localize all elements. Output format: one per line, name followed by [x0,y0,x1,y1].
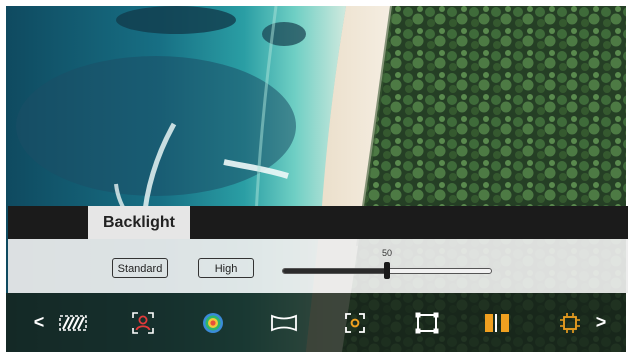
projector-menu-screen: Backlight Standard High 50 < > [0,0,630,356]
keystone-button[interactable] [266,293,302,352]
tab-backlight[interactable]: Backlight [88,206,190,239]
backlight-stripes-icon [59,314,87,331]
high-mode-button[interactable]: High [198,258,254,278]
face-detect-button[interactable] [126,293,160,352]
crop-button[interactable] [554,293,586,352]
frame-button[interactable] [410,293,444,352]
color-wheel-button[interactable] [196,293,230,352]
keystone-icon [271,314,297,331]
face-detect-icon [132,311,154,334]
prev-arrow-button[interactable]: < [28,293,50,352]
menu-tab-bar: Backlight [8,206,628,239]
next-arrow-button[interactable]: > [590,293,612,352]
backlight-controls-panel: Standard High 50 [8,239,628,293]
split-bars-icon [485,313,509,332]
focus-icon [345,312,365,333]
standard-mode-button[interactable]: Standard [112,258,168,278]
backlight-stripes-button[interactable] [56,293,90,352]
backlight-slider-thumb[interactable] [384,262,390,279]
backlight-slider-value: 50 [381,248,392,258]
crop-icon [560,312,580,333]
backlight-slider-fill [283,269,388,273]
split-bars-button[interactable] [480,293,514,352]
bottom-toolbar: < > [6,293,626,352]
frame-icon [415,312,439,333]
focus-button[interactable] [338,293,372,352]
color-wheel-icon [203,312,223,333]
